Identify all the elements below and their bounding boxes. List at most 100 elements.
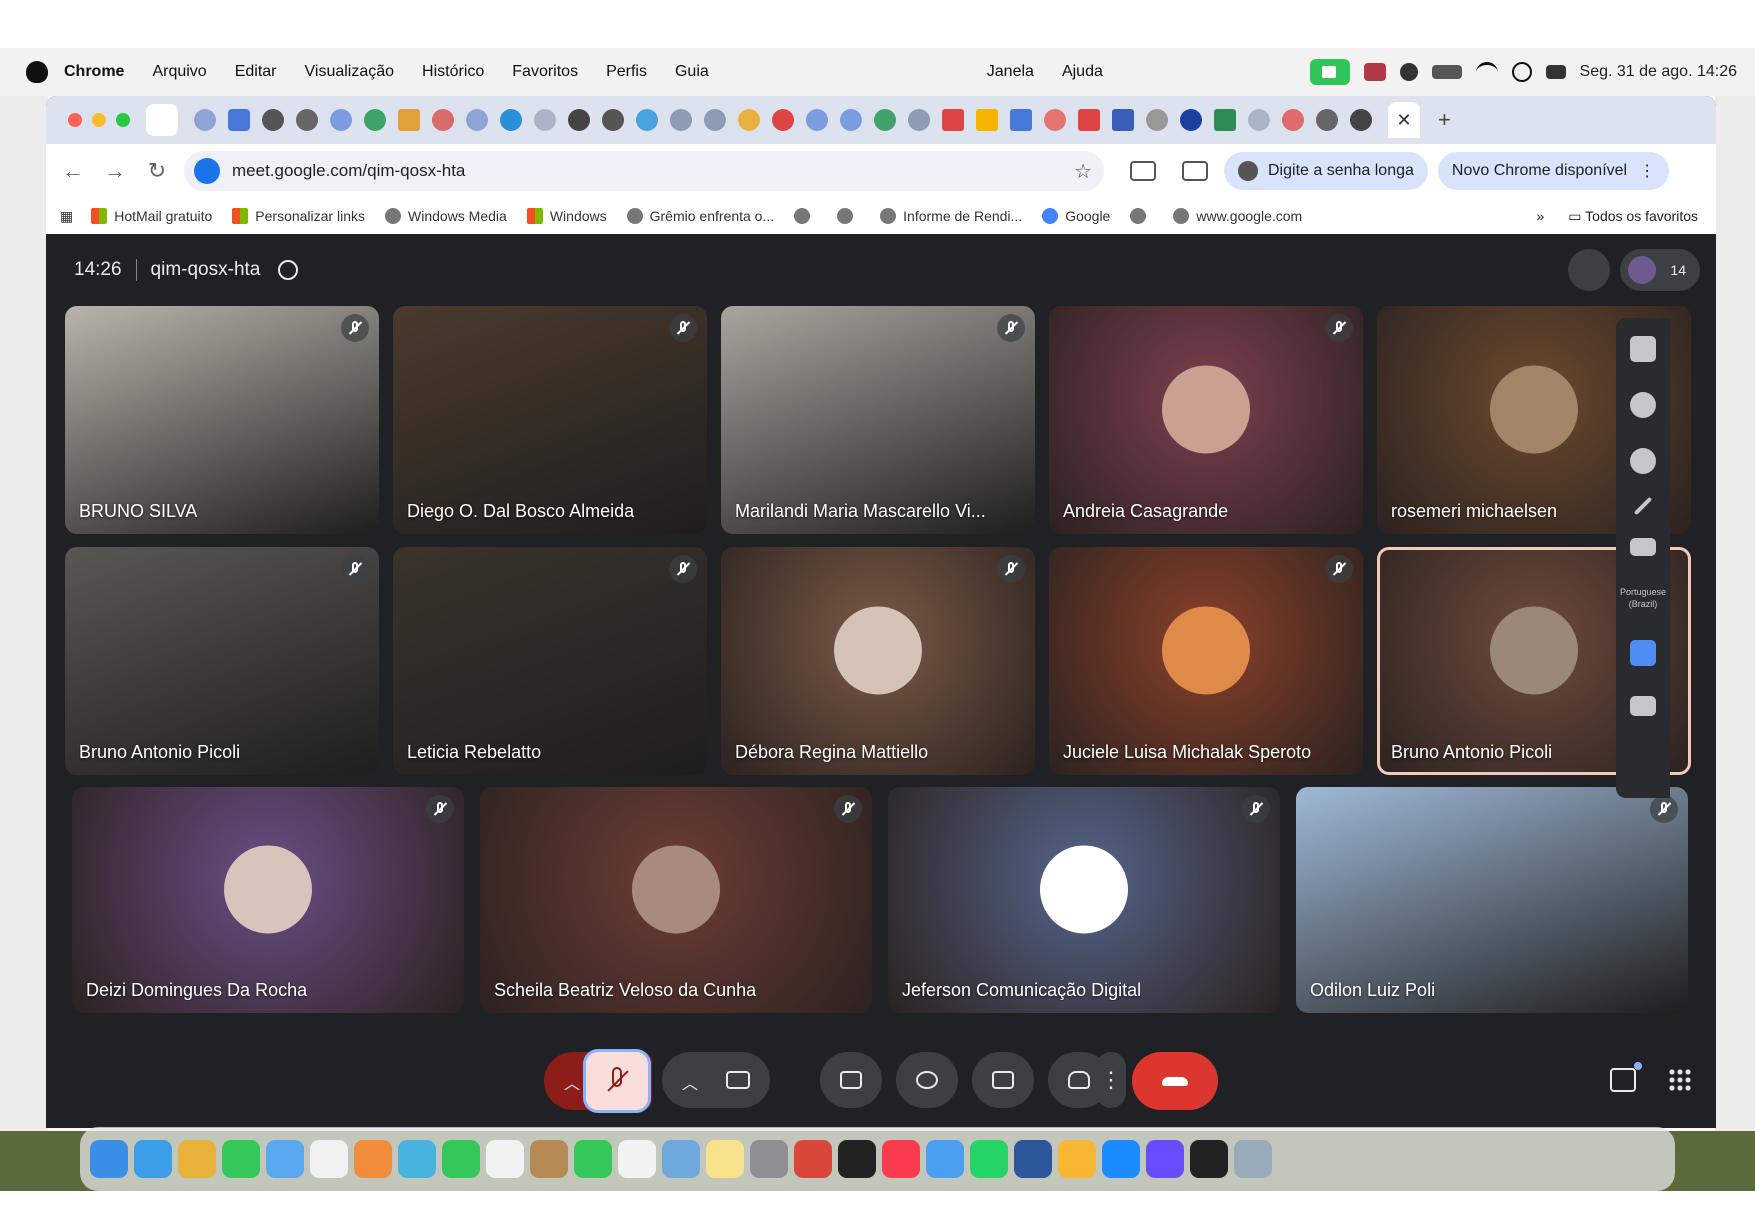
tab-favicon[interactable] [1146, 109, 1168, 131]
participant-tile[interactable]: Andreia Casagrande [1049, 306, 1363, 534]
emoji-reactions-button[interactable] [896, 1052, 958, 1108]
tab-favicon[interactable] [364, 109, 386, 131]
gmail-tab-favicon[interactable] [1078, 109, 1100, 131]
menu-guia[interactable]: Guia [675, 63, 709, 81]
dock-app-icon[interactable] [530, 1140, 568, 1178]
extensions-icon[interactable] [1130, 161, 1156, 181]
camera-group[interactable]: ︿ [662, 1052, 770, 1108]
new-tab-button[interactable]: + [1438, 107, 1451, 133]
dock-app-icon[interactable] [926, 1140, 964, 1178]
tab-favicon[interactable] [296, 109, 318, 131]
tab-favicon[interactable] [908, 109, 930, 131]
kebab-menu-icon[interactable]: ⋮ [1639, 161, 1655, 181]
pen-icon[interactable] [1633, 496, 1653, 516]
zoom-window-icon[interactable] [116, 113, 130, 127]
dock-app-icon[interactable] [354, 1140, 392, 1178]
menu-arquivo[interactable]: Arquivo [152, 63, 206, 81]
present-screen-button[interactable] [820, 1052, 882, 1108]
tab-favicon[interactable] [330, 109, 352, 131]
dock-app-icon[interactable] [222, 1140, 260, 1178]
tab-favicon[interactable] [1316, 109, 1338, 131]
menu-ajuda[interactable]: Ajuda [1062, 63, 1103, 81]
dock-app-icon[interactable] [706, 1140, 744, 1178]
tab-favicon[interactable] [1214, 109, 1236, 131]
tab-favicon[interactable] [466, 109, 488, 131]
tab-favicon[interactable] [602, 109, 624, 131]
dock-app-icon[interactable] [618, 1140, 656, 1178]
bookmark-google[interactable]: Google [1042, 208, 1110, 224]
dock-app-icon[interactable] [662, 1140, 700, 1178]
dock-app-icon[interactable] [90, 1140, 128, 1178]
chrome-update-pill[interactable]: Novo Chrome disponível ⋮ [1437, 152, 1670, 190]
dock-app-icon[interactable] [970, 1140, 1008, 1178]
tab-favicon[interactable] [262, 109, 284, 131]
back-icon[interactable]: ← [58, 158, 88, 184]
tab-favicon[interactable] [1044, 109, 1066, 131]
dock-app-icon[interactable] [266, 1140, 304, 1178]
tab-favicon[interactable] [738, 109, 760, 131]
wifi-icon[interactable] [1475, 61, 1498, 83]
menu-historico[interactable]: Histórico [422, 63, 484, 81]
tab-favicon[interactable] [806, 109, 828, 131]
dock-app-icon[interactable] [1102, 1140, 1140, 1178]
activities-icon[interactable] [1668, 1068, 1692, 1092]
facetime-status-icon[interactable] [1309, 59, 1350, 85]
participant-tile[interactable]: Débora Regina Mattiello [721, 547, 1035, 775]
tab-favicon[interactable] [1350, 109, 1372, 131]
more-options-button[interactable]: ⋮ [1096, 1052, 1126, 1108]
app-status-icon[interactable] [1363, 63, 1386, 81]
tab-favicon[interactable] [704, 109, 726, 131]
participant-tile[interactable]: Deizi Domingues Da Rocha [72, 787, 464, 1013]
video-camera-icon[interactable] [726, 1071, 750, 1089]
dock-app-icon[interactable] [486, 1140, 524, 1178]
tab-favicon[interactable] [534, 109, 556, 131]
tab-favicon[interactable] [772, 109, 794, 131]
tab-favicon[interactable] [228, 109, 250, 131]
cc-icon[interactable] [1630, 538, 1656, 556]
gemini-notes-icon[interactable] [1630, 448, 1656, 474]
tab-favicon[interactable] [432, 109, 454, 131]
menu-perfis[interactable]: Perfis [606, 63, 647, 81]
participant-tile[interactable]: Scheila Beatriz Veloso da Cunha [480, 787, 872, 1013]
gmail-tab-favicon[interactable] [942, 109, 964, 131]
control-center-icon[interactable] [1545, 65, 1566, 79]
bookmarks-overflow-icon[interactable]: » [1536, 208, 1544, 224]
active-tab[interactable]: ✕ [1388, 102, 1420, 138]
bookmark-star-icon[interactable]: ☆ [1074, 159, 1092, 184]
dock-app-icon[interactable] [882, 1140, 920, 1178]
participant-tile[interactable]: Marilandi Maria Mascarello Vi... [721, 306, 1035, 534]
tab-favicon[interactable] [670, 109, 692, 131]
spotlight-search-icon[interactable] [1511, 62, 1532, 82]
forward-icon[interactable]: → [100, 158, 130, 184]
dock-app-icon[interactable] [1146, 1140, 1184, 1178]
participant-tile[interactable]: Diego O. Dal Bosco Almeida [393, 306, 707, 534]
participant-tile[interactable]: Jeferson Comunicação Digital [888, 787, 1280, 1013]
menu-favoritos[interactable]: Favoritos [512, 63, 578, 81]
apps-grid-icon[interactable]: ▦ [60, 208, 73, 225]
dock-app-icon[interactable] [574, 1140, 612, 1178]
dock-app-icon[interactable] [442, 1140, 480, 1178]
participants-button[interactable]: 14 [1620, 249, 1700, 291]
tab-favicon[interactable] [636, 109, 658, 131]
battery-icon[interactable] [1431, 65, 1462, 79]
minimize-window-icon[interactable] [92, 113, 106, 127]
caption-language-label[interactable]: Portuguese (Brazil) [1616, 586, 1670, 610]
microphone-off-button[interactable] [586, 1052, 648, 1110]
tab-search-icon[interactable] [146, 104, 178, 136]
effects-icon[interactable] [1630, 392, 1656, 418]
info-icon[interactable] [278, 260, 299, 280]
tab-favicon[interactable] [874, 109, 896, 131]
participant-tile[interactable]: BRUNO SILVA [65, 306, 379, 534]
tab-favicon[interactable] [1180, 109, 1202, 131]
tab-favicon[interactable] [194, 109, 216, 131]
document-icon[interactable] [1630, 640, 1656, 666]
chat-icon[interactable] [1610, 1062, 1642, 1092]
reload-icon[interactable]: ↻ [142, 158, 172, 184]
menubar-clock[interactable]: Seg. 31 de ago. 14:26 [1580, 63, 1737, 81]
dock-app-icon[interactable] [310, 1140, 348, 1178]
grid-layout-icon[interactable] [1630, 336, 1656, 362]
bookmark-informe[interactable]: Informe de Rendi... [880, 208, 1022, 224]
dock-app-icon[interactable] [838, 1140, 876, 1178]
tab-favicon[interactable] [1010, 109, 1032, 131]
menu-app-name[interactable]: Chrome [64, 63, 124, 81]
